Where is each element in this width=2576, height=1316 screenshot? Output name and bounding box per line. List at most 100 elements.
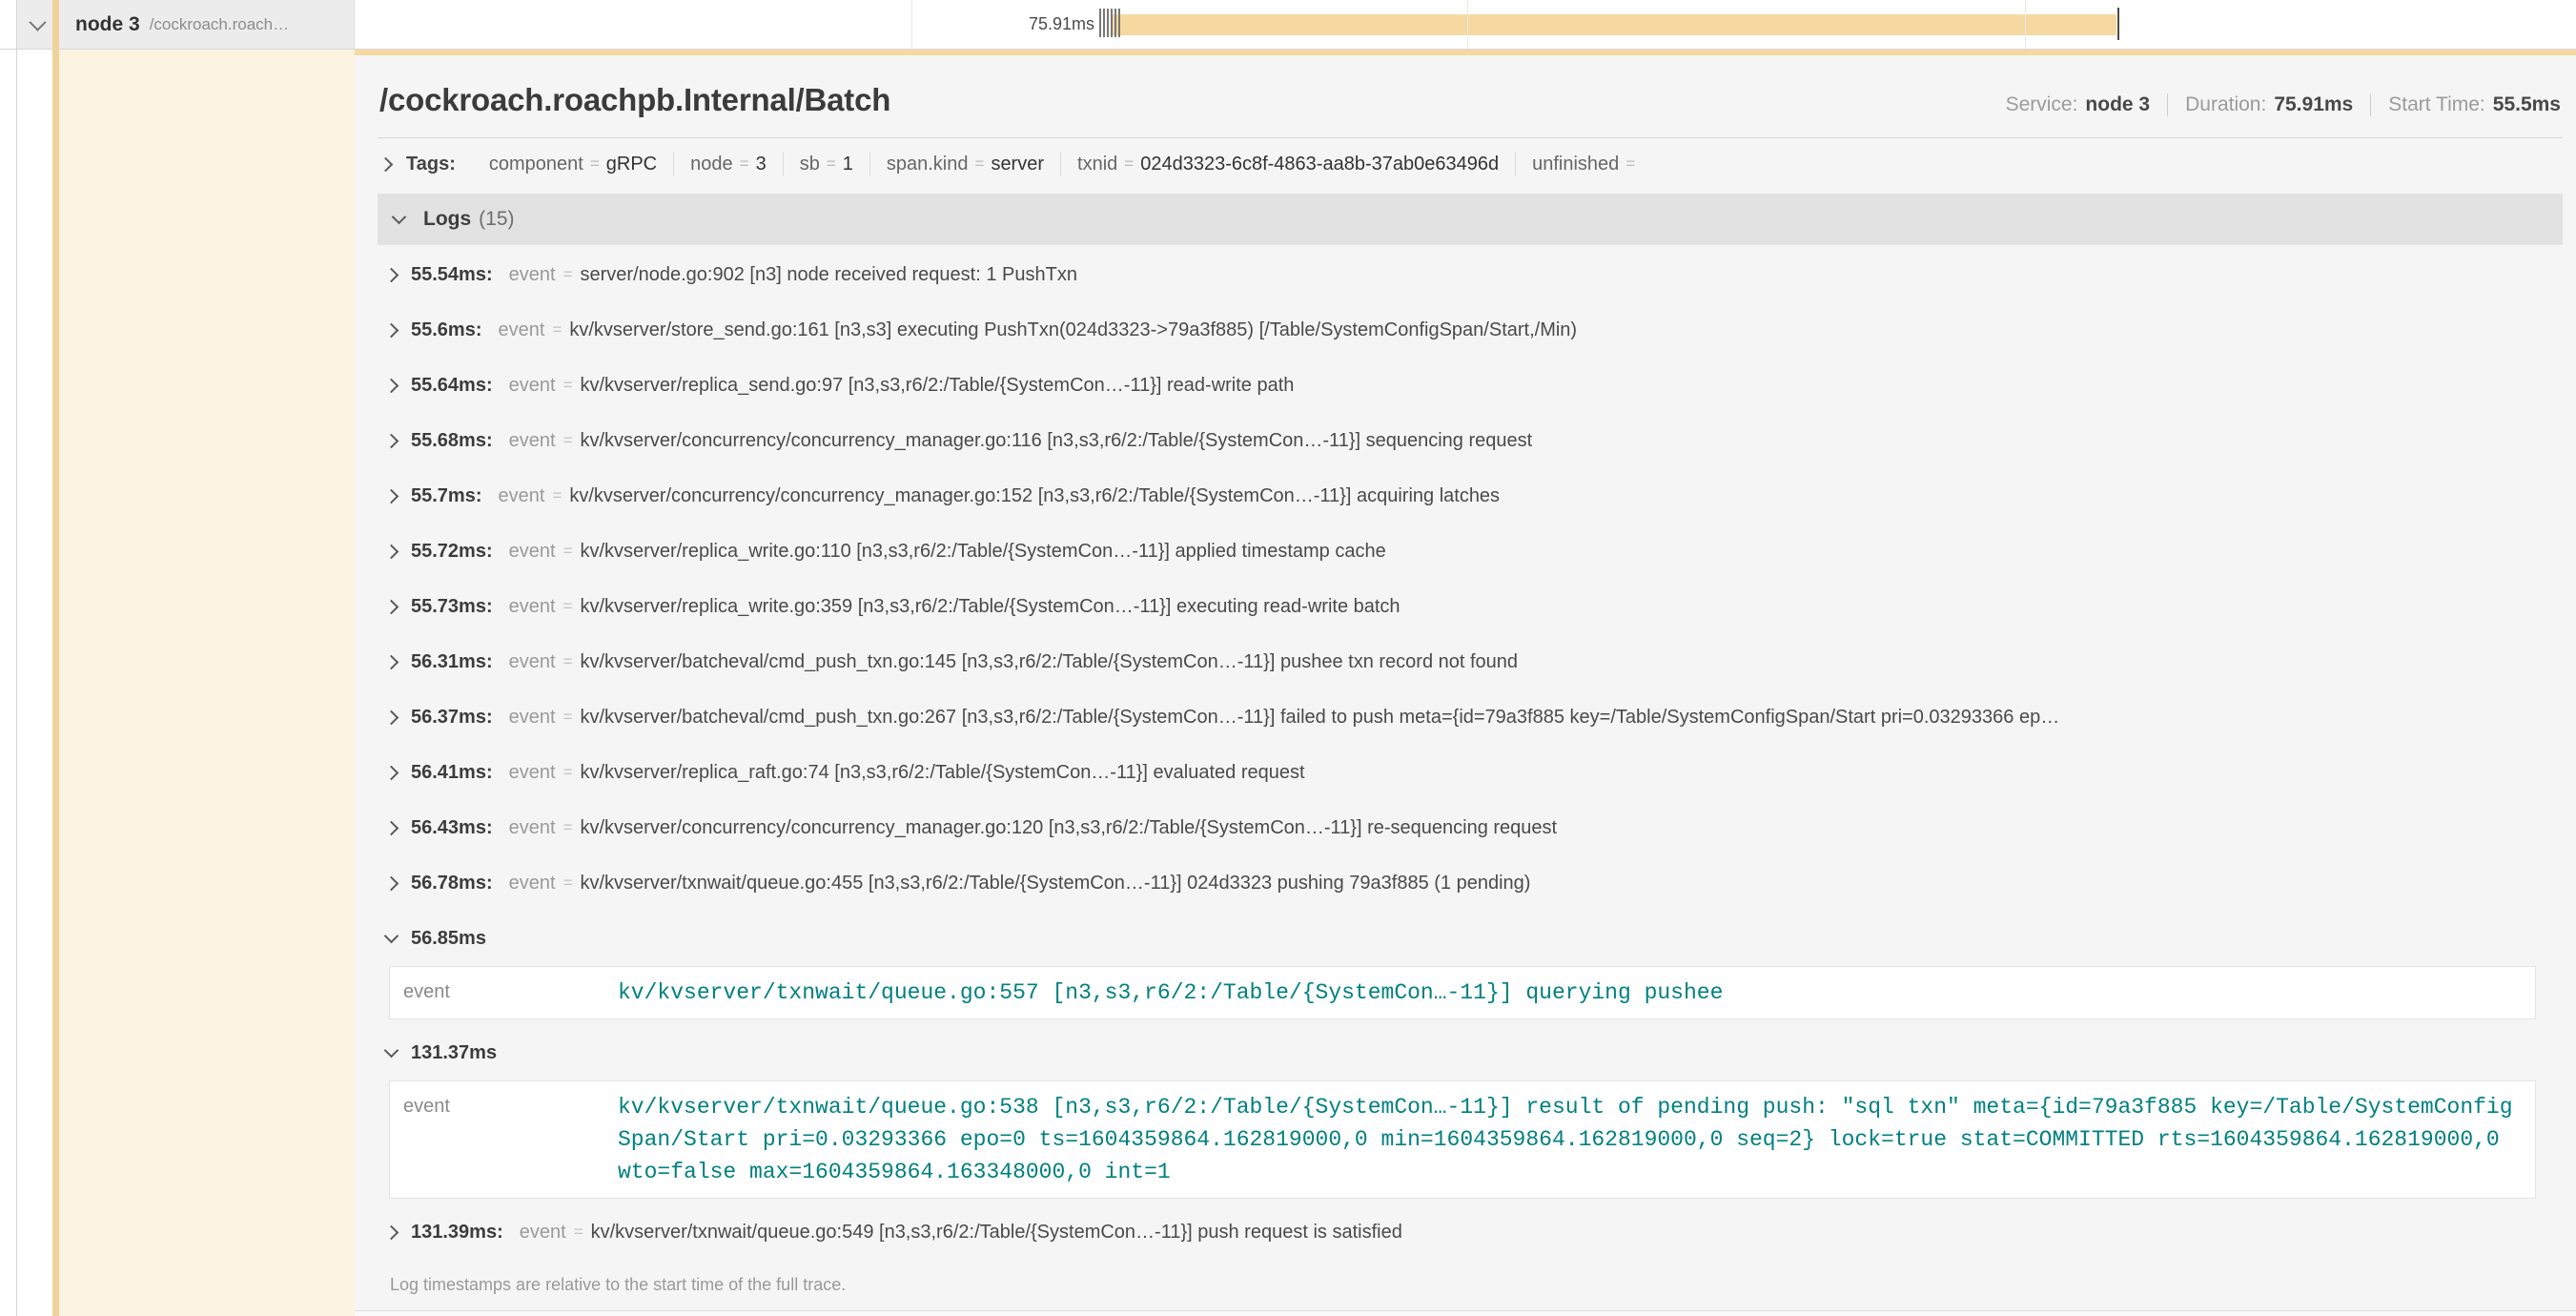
log-equals: =: [563, 818, 573, 837]
chevron-right-icon[interactable]: [384, 1224, 399, 1240]
timeline-gridline: [2025, 0, 2026, 49]
chevron-right-icon[interactable]: [384, 544, 399, 559]
chevron-right-icon[interactable]: [384, 378, 399, 393]
log-row[interactable]: 131.39ms: event = kv/kvserver/txnwait/qu…: [378, 1204, 2563, 1260]
log-message: kv/kvserver/replica_send.go:97 [n3,s3,r6…: [581, 375, 2564, 397]
chevron-right-icon[interactable]: [384, 820, 399, 835]
log-marker-end-tick: [2117, 8, 2119, 40]
log-message: kv/kvserver/replica_raft.go:74 [n3,s3,r6…: [581, 762, 2564, 784]
divider: [869, 152, 870, 176]
chevron-down-icon[interactable]: [384, 929, 399, 944]
log-marker-tick: [1114, 9, 1116, 37]
tag-item: span.kind = server: [887, 154, 1044, 175]
chevron-right-icon[interactable]: [384, 654, 399, 669]
log-row-header[interactable]: 131.37ms: [378, 1025, 2563, 1080]
tag-value: 1: [843, 154, 853, 175]
tag-item: node = 3: [690, 154, 767, 175]
log-field-key: event: [509, 541, 556, 563]
divider: [1515, 152, 1516, 176]
log-row[interactable]: 55.6ms: event = kv/kvserver/store_send.g…: [378, 302, 2563, 358]
log-equals: =: [563, 597, 573, 616]
detail-meta: Service: node 3 Duration: 75.91ms Start …: [2006, 93, 2561, 116]
log-message: kv/kvserver/replica_write.go:359 [n3,s3,…: [581, 596, 2564, 618]
tag-item: component = gRPC: [489, 154, 657, 175]
span-name-cell[interactable]: node 3 /cockroach.roach…: [17, 0, 355, 49]
chevron-right-icon[interactable]: [384, 599, 399, 614]
log-field-key: event: [509, 375, 556, 397]
service-label: Service:: [2006, 93, 2078, 116]
tag-equals: =: [590, 154, 600, 174]
timeline-gridline: [911, 0, 912, 49]
log-row[interactable]: 56.41ms: event = kv/kvserver/replica_raf…: [378, 745, 2563, 800]
log-kv-value: kv/kvserver/txnwait/queue.go:557 [n3,s3,…: [618, 977, 1723, 1009]
chevron-right-icon[interactable]: [378, 156, 394, 172]
log-row[interactable]: 55.73ms: event = kv/kvserver/replica_wri…: [378, 579, 2563, 634]
log-marker-tick: [1099, 9, 1101, 37]
column-divider[interactable]: [16, 0, 17, 1316]
tag-list: component = gRPC node = 3 sb = 1 span.ki…: [489, 152, 1642, 176]
tag-item: sb = 1: [800, 154, 853, 175]
log-row[interactable]: 56.37ms: event = kv/kvserver/batcheval/c…: [378, 689, 2563, 745]
log-timestamp: 131.39ms:: [411, 1222, 503, 1244]
chevron-down-icon[interactable]: [29, 13, 46, 31]
log-field-key: event: [509, 264, 556, 286]
log-equals: =: [563, 376, 573, 395]
log-field-key: event: [509, 873, 556, 894]
log-kv-value: kv/kvserver/txnwait/queue.go:538 [n3,s3,…: [618, 1091, 2522, 1188]
span-duration-label: 75.91ms: [980, 0, 1094, 49]
log-row[interactable]: 55.64ms: event = kv/kvserver/replica_sen…: [378, 358, 2563, 413]
divider: [2370, 93, 2371, 116]
tags-accordion[interactable]: Tags: component = gRPC node = 3 sb = 1 s…: [378, 138, 2563, 190]
log-row[interactable]: 55.72ms: event = kv/kvserver/replica_wri…: [378, 524, 2563, 579]
span-operation-name: /cockroach.roach…: [150, 15, 289, 34]
trace-timeline-view: 75.91ms node 3 /cockroach.roach… /cockro…: [0, 0, 2576, 1316]
chevron-right-icon[interactable]: [384, 433, 399, 448]
log-field-key: event: [509, 817, 556, 839]
chevron-right-icon[interactable]: [384, 875, 399, 891]
tag-equals: =: [975, 154, 985, 174]
log-field-key: event: [509, 430, 556, 452]
tag-value: server: [991, 154, 1044, 175]
log-timestamp: 56.41ms:: [411, 762, 493, 784]
chevron-right-icon[interactable]: [384, 267, 399, 282]
log-equals: =: [574, 1223, 583, 1242]
log-timestamp: 55.64ms:: [411, 375, 493, 397]
start-time-label: Start Time:: [2388, 93, 2485, 116]
chevron-right-icon[interactable]: [384, 709, 399, 725]
chevron-down-icon[interactable]: [392, 210, 407, 225]
service-value: node 3: [2085, 93, 2150, 116]
logs-footer-note: Log timestamps are relative to the start…: [378, 1260, 2563, 1310]
log-row[interactable]: 56.78ms: event = kv/kvserver/txnwait/que…: [378, 855, 2563, 911]
chevron-right-icon[interactable]: [384, 322, 399, 338]
log-row[interactable]: 55.7ms: event = kv/kvserver/concurrency/…: [378, 468, 2563, 524]
log-message: kv/kvserver/store_send.go:161 [n3,s3] ex…: [569, 319, 2563, 341]
chevron-right-icon[interactable]: [384, 488, 399, 504]
divider: [783, 152, 784, 176]
span-duration-bar[interactable]: [1112, 14, 2116, 35]
tag-value: 024d3323-6c8f-4863-aa8b-37ab0e63496d: [1140, 154, 1499, 175]
log-row-header[interactable]: 56.85ms: [378, 911, 2563, 966]
log-row-expanded: 56.85ms event kv/kvserver/txnwait/queue.…: [378, 911, 2563, 1019]
log-field-key: event: [509, 707, 556, 729]
log-kv-table: event kv/kvserver/txnwait/queue.go:557 […: [389, 966, 2536, 1019]
divider: [673, 152, 674, 176]
log-row[interactable]: 56.43ms: event = kv/kvserver/concurrency…: [378, 800, 2563, 855]
log-message: kv/kvserver/batcheval/cmd_push_txn.go:26…: [581, 707, 2564, 729]
selected-row-highlight: [59, 50, 355, 1316]
log-marker-tick: [1118, 9, 1120, 37]
log-row[interactable]: 56.31ms: event = kv/kvserver/batcheval/c…: [378, 634, 2563, 689]
log-timestamp: 55.7ms:: [411, 485, 482, 507]
log-timestamp: 131.37ms: [411, 1042, 497, 1064]
chevron-right-icon[interactable]: [384, 765, 399, 780]
span-row[interactable]: 75.91ms node 3 /cockroach.roach…: [0, 0, 2576, 50]
log-equals: =: [563, 542, 573, 561]
divider: [1060, 152, 1061, 176]
logs-title: Logs: [423, 208, 471, 231]
log-timestamp: 56.31ms:: [411, 651, 493, 673]
log-message: kv/kvserver/concurrency/concurrency_mana…: [581, 430, 2564, 452]
log-field-key: event: [509, 762, 556, 784]
log-row[interactable]: 55.54ms: event = server/node.go:902 [n3]…: [378, 247, 2563, 302]
log-row[interactable]: 55.68ms: event = kv/kvserver/concurrency…: [378, 413, 2563, 468]
logs-accordion-header[interactable]: Logs (15): [378, 194, 2563, 245]
chevron-down-icon[interactable]: [384, 1043, 399, 1059]
